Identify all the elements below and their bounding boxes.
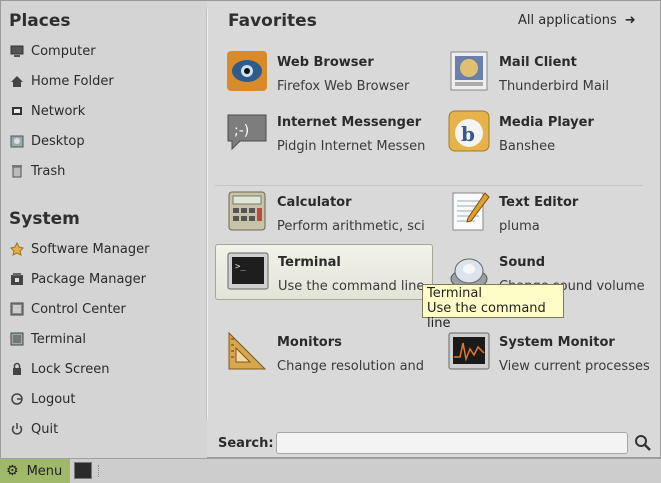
banshee-icon: b [447,109,491,153]
app-description: Perform arithmetic, sci [277,219,425,234]
system-monitor-icon [447,329,491,373]
svg-text:b: b [461,122,475,146]
system-item-label: Software Manager [31,241,150,257]
app-name: Mail Client [499,55,577,70]
places-item-label: Home Folder [31,73,114,89]
trash-icon [9,163,25,179]
system-item-lock-screen[interactable]: Lock Screen [9,356,109,382]
terminal-icon [9,331,25,347]
system-item-label: Terminal [31,331,86,347]
app-text-editor[interactable]: Text Editor pluma [437,185,649,241]
power-icon [9,421,25,437]
computer-icon [9,43,25,59]
network-icon [9,103,25,119]
firefox-icon [225,49,269,93]
app-name: Internet Messenger [277,115,422,130]
places-item-label: Computer [31,43,96,59]
app-description: Use the command line [278,279,425,294]
home-icon [9,73,25,89]
places-item-label: Network [31,103,86,119]
panel-terminal-icon[interactable] [74,462,92,479]
tooltip-text: Use the command line [427,301,546,331]
app-name: Media Player [499,115,594,130]
system-item-terminal[interactable]: Terminal [9,326,86,352]
app-description: Banshee [499,139,556,154]
places-item-trash[interactable]: Trash [9,158,65,184]
left-pane: Places Computer Home Folder Network Desk… [1,1,207,459]
app-name: Monitors [277,335,342,350]
app-name: Text Editor [499,195,579,210]
places-item-home-folder[interactable]: Home Folder [9,68,114,94]
menu-button-label: Menu [26,463,63,479]
gear-icon: ⚙ [6,463,19,479]
places-title: Places [9,11,71,31]
logout-icon [9,391,25,407]
control-center-icon [9,301,25,317]
desktop-icon [9,133,25,149]
system-title: System [9,209,80,229]
app-description: View current processes [499,359,649,374]
system-item-package-manager[interactable]: Package Manager [9,266,146,292]
system-item-logout[interactable]: Logout [9,386,76,412]
app-monitors[interactable]: Monitors Change resolution and [215,325,427,381]
svg-text:>_: >_ [235,262,246,272]
panel-handle[interactable] [98,465,102,477]
places-item-computer[interactable]: Computer [9,38,96,64]
places-item-label: Desktop [31,133,85,149]
text-editor-icon [447,189,491,233]
app-system-monitor[interactable]: System Monitor View current processes [437,325,649,381]
thunderbird-icon [447,49,491,93]
search-label: Search: [218,436,274,451]
app-description: Change resolution and [277,359,425,374]
app-description: pluma [499,219,540,234]
system-item-control-center[interactable]: Control Center [9,296,126,322]
search-input[interactable] [276,432,628,454]
app-name: Terminal [278,255,341,270]
app-media-player[interactable]: b Media Player Banshee [437,105,649,161]
places-item-network[interactable]: Network [9,98,85,124]
app-internet-messenger[interactable]: ;-) Internet Messenger Pidgin Internet M… [215,105,427,161]
app-name: System Monitor [499,335,615,350]
monitors-icon [225,329,269,373]
app-web-browser[interactable]: Web Browser Firefox Web Browser [215,45,427,101]
menu-button[interactable]: ⚙ Menu [0,459,70,483]
app-mail-client[interactable]: Mail Client Thunderbird Mail [437,45,649,101]
app-description: Firefox Web Browser [277,79,410,94]
terminal-tooltip: Terminal Use the command line [422,284,564,331]
pane-divider [206,9,208,419]
system-item-label: Package Manager [31,271,147,287]
all-applications-button[interactable]: All applications ➜ [518,13,636,28]
system-item-label: Quit [31,421,59,437]
arrow-right-icon: ➜ [624,13,636,28]
bottom-panel: ⚙ Menu [0,458,661,483]
app-terminal[interactable]: >_ Terminal Use the command line [215,244,433,300]
start-menu: Places Computer Home Folder Network Desk… [0,0,661,459]
app-name: Web Browser [277,55,374,70]
software-manager-icon [9,241,25,257]
system-item-software-manager[interactable]: Software Manager [9,236,149,262]
app-description: Pidgin Internet Messen [277,139,426,154]
search-icon[interactable] [634,434,652,452]
all-applications-label: All applications [518,13,617,28]
system-item-label: Control Center [31,301,126,317]
tooltip-title: Terminal [427,286,482,301]
svg-text:;-): ;-) [234,123,249,139]
system-item-quit[interactable]: Quit [9,416,58,442]
calculator-icon [225,189,269,233]
system-item-label: Lock Screen [31,361,110,377]
lock-icon [9,361,25,377]
places-item-desktop[interactable]: Desktop [9,128,85,154]
pidgin-icon: ;-) [225,109,269,153]
system-item-label: Logout [31,391,76,407]
places-item-label: Trash [31,163,66,179]
terminal-app-icon: >_ [226,249,270,293]
app-name: Sound [499,255,546,270]
package-manager-icon [9,271,25,287]
app-name: Calculator [277,195,352,210]
app-calculator[interactable]: Calculator Perform arithmetic, sci [215,185,427,241]
favorites-title: Favorites [228,11,317,31]
app-description: Thunderbird Mail [499,79,610,94]
